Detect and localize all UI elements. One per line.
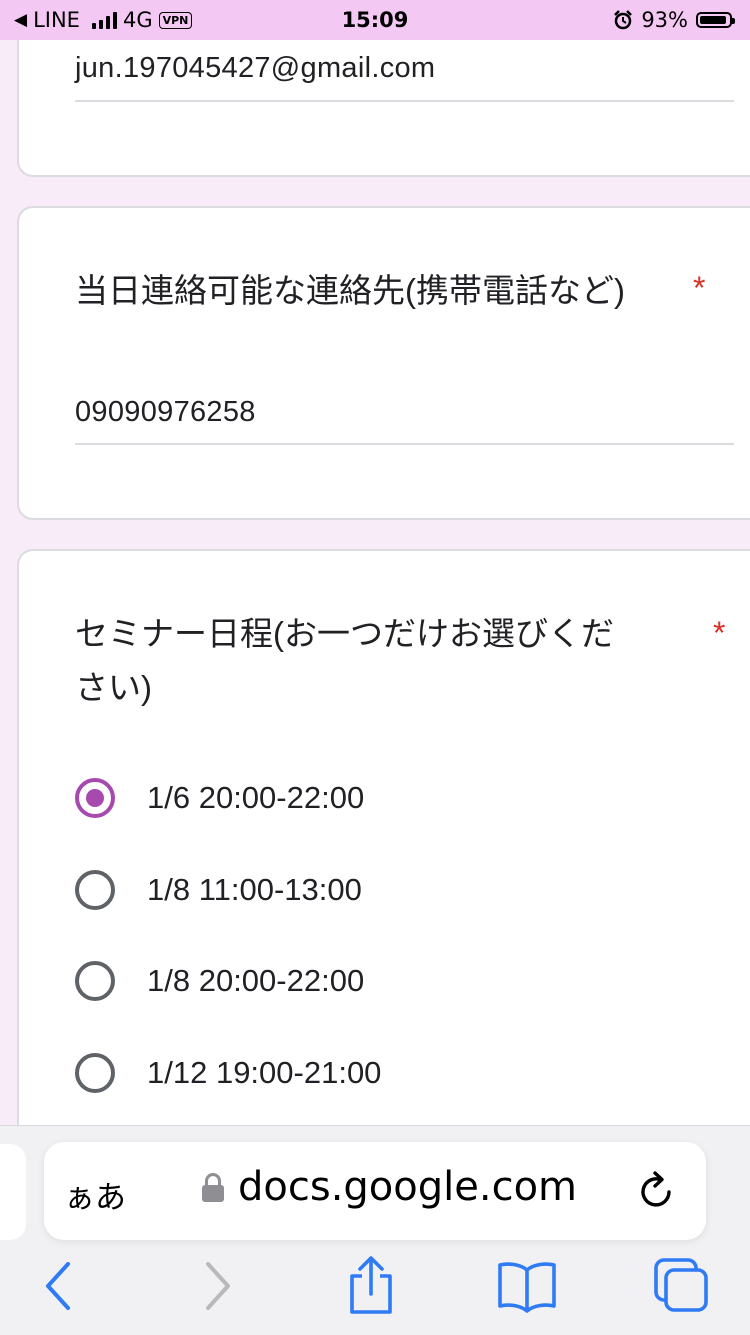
option-label-4[interactable]: 1/12 19:00-21:00: [147, 1055, 381, 1091]
status-bar: ◀ LINE 4G VPN 15:09 93%: [0, 0, 750, 40]
text-size-button[interactable]: ぁあ: [64, 1172, 126, 1217]
reload-icon[interactable]: [636, 1168, 678, 1214]
back-icon[interactable]: [40, 1256, 76, 1316]
share-icon[interactable]: [344, 1256, 398, 1316]
required-asterisk: *: [693, 270, 706, 306]
required-asterisk: *: [713, 615, 726, 651]
option-row-3[interactable]: 1/8 20:00-22:00: [75, 956, 364, 1006]
url-text[interactable]: docs.google.com: [238, 1164, 577, 1210]
browser-toolbar: [0, 1256, 750, 1316]
contact-answer-underline: [75, 443, 734, 445]
seminar-question-title: セミナー日程(お一つだけお選びくだ さい): [75, 607, 614, 715]
bookmarks-icon[interactable]: [496, 1256, 558, 1316]
tabs-icon[interactable]: [652, 1256, 712, 1316]
contact-question-card: 当日連絡可能な連絡先(携帯電話など) * 09090976258: [17, 206, 750, 520]
seminar-question-card: セミナー日程(お一つだけお選びくだ さい) * 1/6 20:00-22:00 …: [17, 549, 750, 1189]
option-label-2[interactable]: 1/8 11:00-13:00: [147, 872, 362, 908]
radio-button-1[interactable]: [75, 778, 115, 818]
battery-icon: [696, 12, 735, 28]
lock-icon: [202, 1173, 224, 1202]
address-bar[interactable]: ぁあ docs.google.com: [44, 1142, 706, 1240]
browser-bottom-bar: ぁあ docs.google.com: [0, 1125, 750, 1335]
contact-answer-text[interactable]: 09090976258: [75, 396, 256, 429]
option-row-4[interactable]: 1/12 19:00-21:00: [75, 1048, 381, 1098]
option-label-3[interactable]: 1/8 20:00-22:00: [147, 963, 364, 999]
battery-fill: [700, 16, 727, 24]
radio-button-4[interactable]: [75, 1053, 115, 1093]
alarm-icon: [614, 10, 633, 30]
seminar-question-line1: セミナー日程(お一つだけお選びくだ: [75, 615, 614, 652]
contact-question-text: 当日連絡可能な連絡先(携帯電話など): [75, 272, 625, 309]
radio-button-3[interactable]: [75, 961, 115, 1001]
email-answer-text[interactable]: jun.197045427@gmail.com: [75, 52, 435, 85]
contact-question-title: 当日連絡可能な連絡先(携帯電話など): [75, 264, 625, 318]
radio-button-2[interactable]: [75, 870, 115, 910]
option-row-2[interactable]: 1/8 11:00-13:00: [75, 865, 362, 915]
option-label-1[interactable]: 1/6 20:00-22:00: [147, 780, 364, 816]
option-row-1[interactable]: 1/6 20:00-22:00: [75, 773, 364, 823]
forward-icon[interactable]: [200, 1256, 236, 1316]
previous-tab-peek[interactable]: [0, 1144, 26, 1240]
seminar-question-line2: さい): [75, 669, 152, 706]
email-answer-underline: [75, 100, 734, 102]
battery-percent: 93%: [641, 8, 688, 32]
